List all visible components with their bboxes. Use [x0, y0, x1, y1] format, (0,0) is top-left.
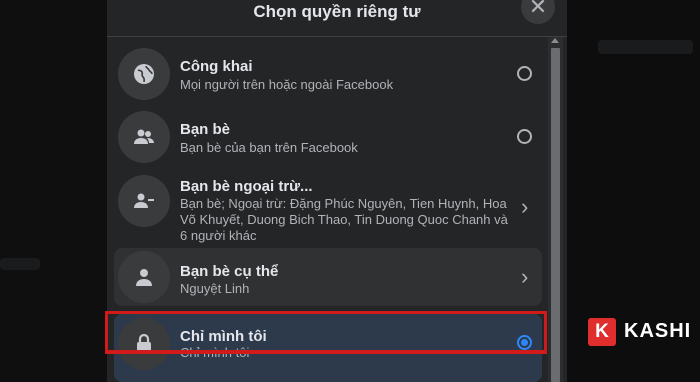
option-title: Bạn bè ngoại trừ... [180, 178, 313, 195]
option-specific-friends[interactable]: Bạn bè cụ thể Nguyệt Linh › [114, 248, 542, 306]
background-ghost-text [598, 40, 693, 54]
scroll-up-arrow-icon[interactable] [551, 38, 559, 43]
logo-text: KASHI [624, 320, 692, 342]
person-icon [118, 251, 170, 303]
option-desc: Mọi người trên hoặc ngoài Facebook [180, 77, 394, 92]
chevron-right-icon: › [521, 264, 529, 289]
option-title: Bạn bè cụ thể [180, 263, 279, 280]
option-public[interactable]: Công khai Mọi người trên hoặc ngoài Face… [114, 46, 542, 102]
background-ghost-text [0, 258, 40, 270]
option-desc: Bạn bè; Ngoại trừ: Đặng Phúc Nguyên, Tie… [180, 196, 508, 243]
divider [107, 36, 567, 37]
option-title: Công khai [180, 58, 253, 75]
chevron-right-icon: › [521, 194, 529, 219]
dialog-title: Chọn quyền riêng tư [253, 2, 421, 21]
friends-icon [118, 111, 170, 163]
radio-button[interactable] [517, 129, 532, 144]
globe-icon [118, 48, 170, 100]
option-friends[interactable]: Bạn bè Bạn bè của bạn trên Facebook [114, 109, 542, 165]
option-desc: Bạn bè của bạn trên Facebook [180, 140, 358, 155]
option-title: Bạn bè [180, 121, 231, 138]
option-desc: Nguyệt Linh [180, 281, 250, 296]
background-left [0, 0, 107, 382]
friends-except-icon [118, 175, 170, 227]
logo-badge: K [588, 318, 616, 346]
option-friends-except[interactable]: Bạn bè ngoại trừ... Bạn bè; Ngoại trừ: Đ… [114, 172, 542, 243]
highlight-annotation [105, 311, 547, 354]
radio-button[interactable] [517, 66, 532, 81]
scrollbar-thumb[interactable] [551, 48, 560, 382]
